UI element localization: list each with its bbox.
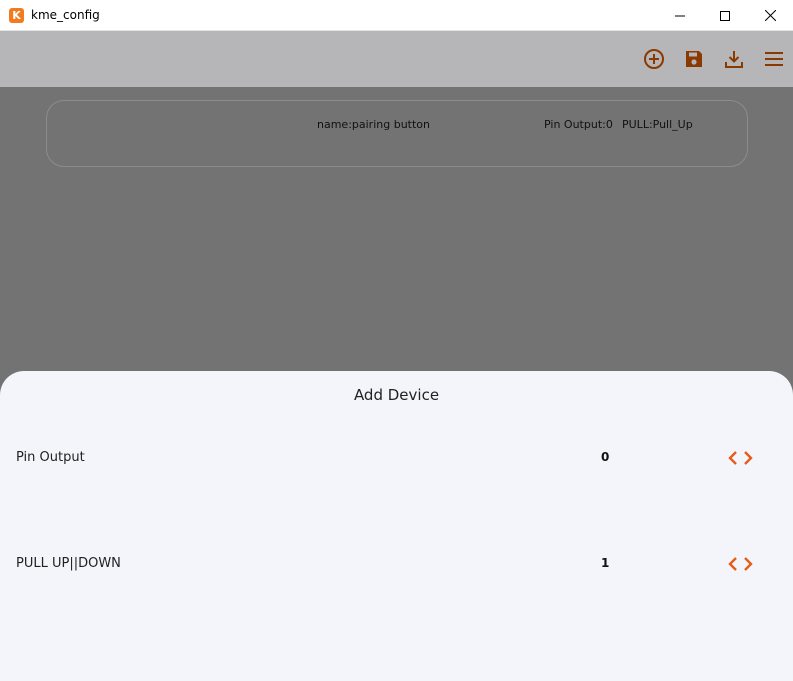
- menu-button[interactable]: [762, 47, 786, 71]
- window-titlebar: K kme_config: [0, 0, 793, 31]
- sheet-title: Add Device: [353, 386, 440, 404]
- minimize-button[interactable]: [657, 0, 703, 31]
- add-device-sheet: Add Device Pin Output 0 PULL UP||DOWN 1: [0, 371, 793, 681]
- device-pin-output: Pin Output:0: [544, 118, 613, 131]
- pull-up-down-decrement-button[interactable]: [725, 555, 741, 573]
- device-pull: PULL:Pull_Up: [622, 118, 693, 131]
- chevron-left-icon: [728, 557, 737, 571]
- device-card[interactable]: name:pairing button Pin Output:0 PULL:Pu…: [46, 100, 748, 167]
- download-icon: [725, 51, 743, 68]
- pin-output-label: Pin Output: [16, 450, 85, 465]
- app-icon: K: [9, 8, 24, 23]
- menu-icon: [765, 52, 783, 66]
- pull-up-down-label: PULL UP||DOWN: [16, 556, 121, 571]
- pull-up-down-value: 1: [601, 556, 610, 570]
- window-title: kme_config: [31, 8, 100, 22]
- close-icon: [764, 10, 776, 21]
- pin-output-decrement-button[interactable]: [725, 449, 741, 467]
- chevron-right-icon: [744, 451, 753, 465]
- save-button[interactable]: [682, 47, 706, 71]
- add-device-button[interactable]: [642, 47, 666, 71]
- chevron-right-icon: [744, 557, 753, 571]
- save-icon: [686, 51, 702, 67]
- pin-output-value: 0: [601, 450, 610, 464]
- pin-output-increment-button[interactable]: [740, 449, 756, 467]
- pull-up-down-increment-button[interactable]: [740, 555, 756, 573]
- minimize-icon: [675, 15, 685, 16]
- maximize-icon: [720, 10, 730, 21]
- chevron-left-icon: [728, 451, 737, 465]
- device-name: name:pairing button: [317, 118, 430, 131]
- add-circle-icon: [644, 49, 664, 69]
- close-button[interactable]: [747, 0, 793, 31]
- maximize-button[interactable]: [702, 0, 748, 31]
- app-bar: [0, 31, 793, 87]
- download-button[interactable]: [722, 47, 746, 71]
